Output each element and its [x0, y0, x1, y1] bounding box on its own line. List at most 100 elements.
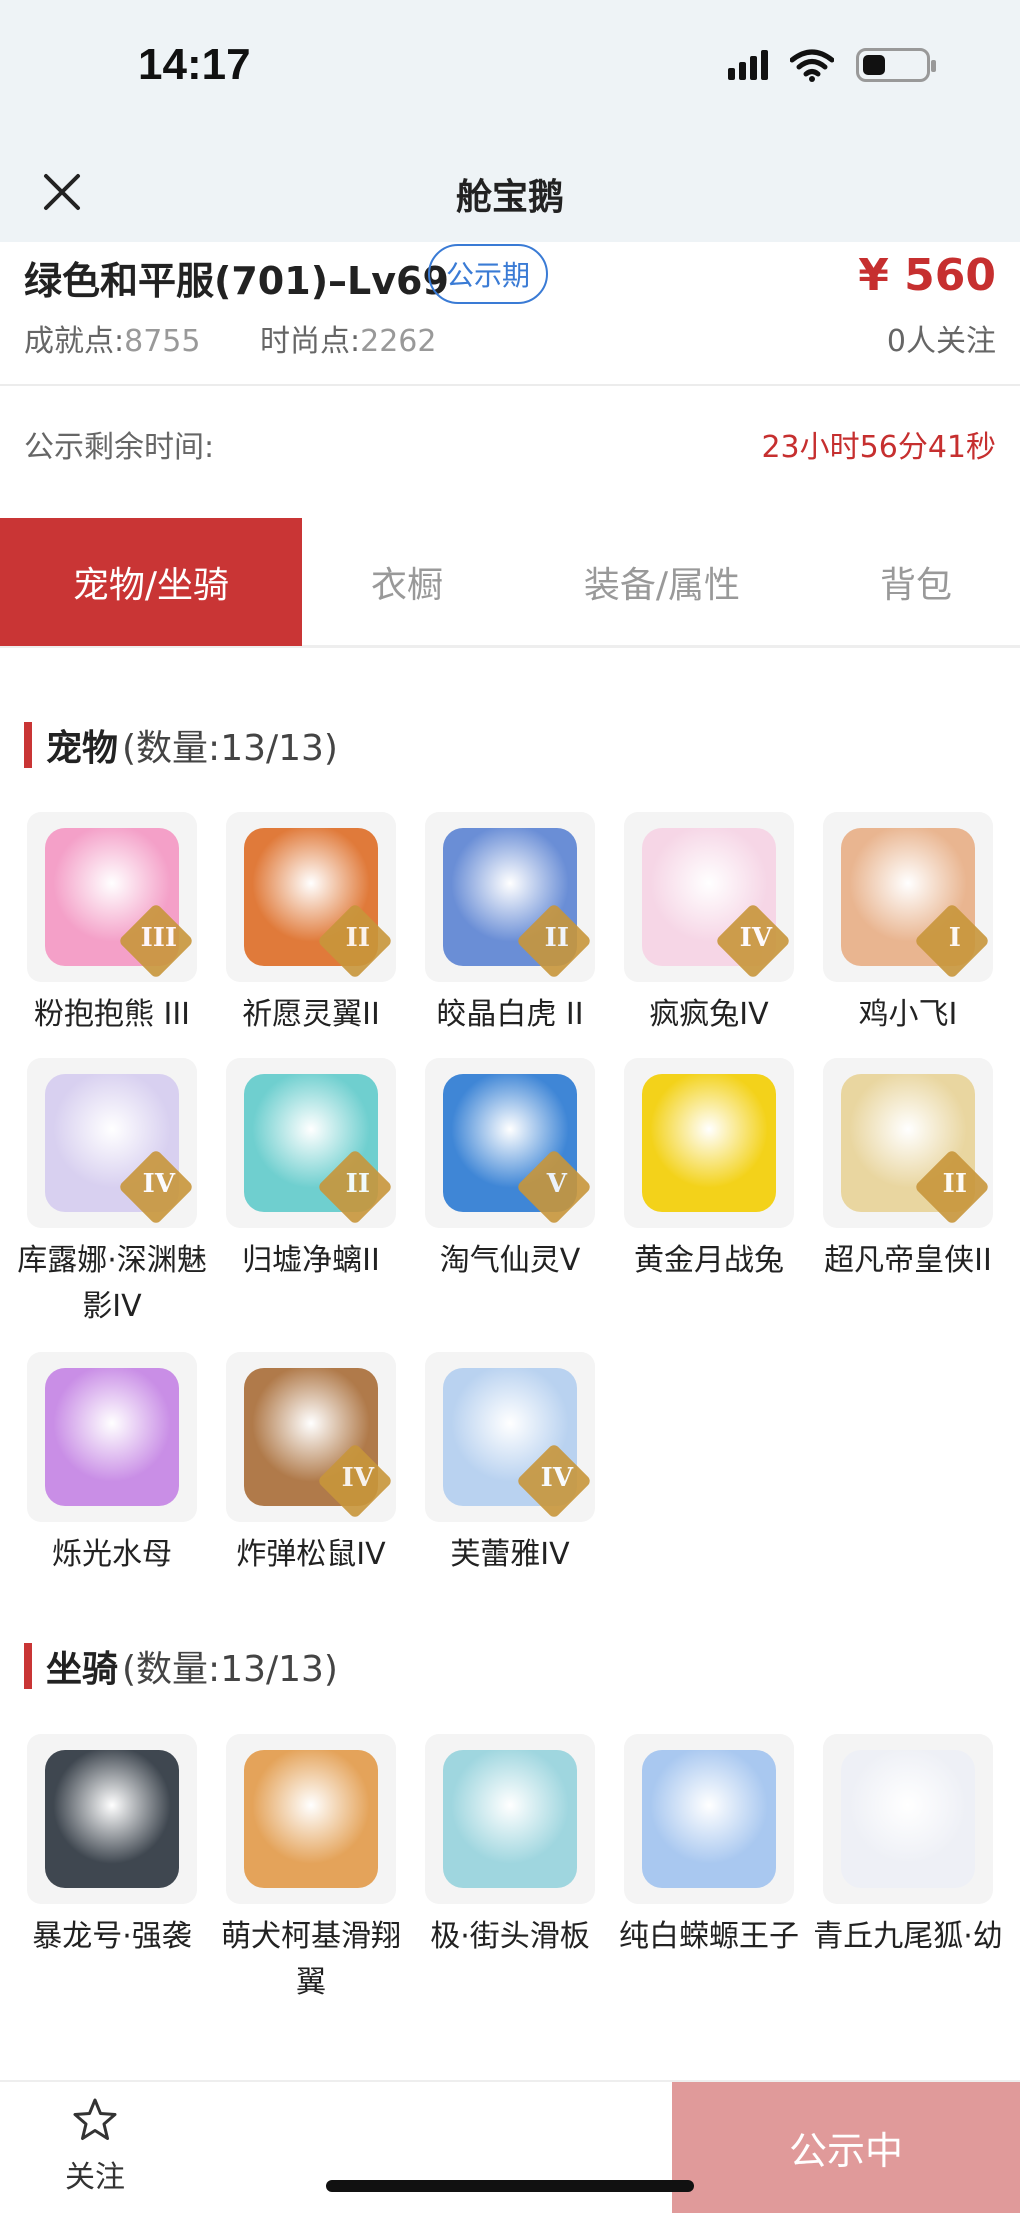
- pets-section-count: (数量:13/13): [122, 728, 338, 769]
- mount-name: 青丘九尾狐·幼: [813, 1919, 1003, 1954]
- status-badge: 公示期: [428, 244, 549, 304]
- mount-image: [841, 1750, 975, 1888]
- pet-thumbnail: IV: [624, 812, 794, 982]
- tab-wardrobe[interactable]: 衣橱: [302, 518, 512, 646]
- achievement-value: 8755: [124, 324, 201, 359]
- pet-name: 黄金月战兔: [634, 1243, 784, 1278]
- pet-item[interactable]: 黄金月战兔: [609, 1058, 809, 1284]
- signal-icon: [728, 50, 768, 80]
- rank-numeral: IV: [142, 1169, 176, 1200]
- pet-thumbnail: IV: [27, 1058, 197, 1228]
- countdown-row: 公示剩余时间: 23小时56分41秒: [0, 388, 1020, 518]
- follow-button[interactable]: 关注: [40, 2096, 150, 2196]
- mount-image: [244, 1750, 378, 1888]
- pet-item[interactable]: II 皎晶白虎 II: [410, 812, 610, 1038]
- pet-name: 芙蕾雅IV: [450, 1537, 570, 1572]
- fashion-label: 时尚点:: [260, 324, 361, 359]
- tab-backpack[interactable]: 背包: [812, 518, 1020, 646]
- section-marker: [24, 722, 32, 768]
- publicity-status-button[interactable]: 公示中: [672, 2082, 1020, 2213]
- pets-section-title: 宠物: [46, 728, 119, 769]
- pet-image: [45, 1368, 179, 1506]
- pet-name: 库露娜·深渊魅影IV: [17, 1243, 207, 1324]
- rank-numeral: II: [345, 1169, 370, 1200]
- pet-item[interactable]: IV 炸弹松鼠IV: [211, 1352, 411, 1578]
- rank-numeral: IV: [341, 1463, 375, 1494]
- pet-thumbnail: [624, 1058, 794, 1228]
- pet-thumbnail: I: [823, 812, 993, 982]
- mount-thumbnail: [823, 1734, 993, 1904]
- pet-item[interactable]: V 淘气仙灵V: [410, 1058, 610, 1284]
- pet-name: 皎晶白虎 II: [436, 997, 584, 1032]
- pet-item[interactable]: IV 疯疯兔IV: [609, 812, 809, 1038]
- tab-bar: 宠物/坐骑 衣橱 装备/属性 背包: [0, 518, 1020, 648]
- mount-thumbnail: [425, 1734, 595, 1904]
- fashion-points: 时尚点:2262: [260, 316, 436, 360]
- mount-item[interactable]: 纯白蝾螈王子: [609, 1734, 809, 1960]
- account-header: 绿色和平服(701)–Lv69 公示期 ¥ 560 成就点:8755 时尚点:2…: [0, 242, 1020, 386]
- rank-numeral: V: [546, 1169, 567, 1200]
- mounts-section-title: 坐骑: [46, 1649, 119, 1690]
- mount-item[interactable]: 青丘九尾狐·幼: [808, 1734, 1008, 1960]
- pet-item[interactable]: IV 芙蕾雅IV: [410, 1352, 610, 1578]
- rank-numeral: IV: [739, 923, 773, 954]
- pet-item[interactable]: 烁光水母: [12, 1352, 212, 1578]
- mount-item[interactable]: 萌犬柯基滑翔翼: [211, 1734, 411, 2006]
- rank-numeral: II: [345, 923, 370, 954]
- pet-thumbnail: [27, 1352, 197, 1522]
- mounts-section-count: (数量:13/13): [122, 1649, 338, 1690]
- mounts-grid: 暴龙号·强袭 萌犬柯基滑翔翼 极·街头滑板 纯白蝾螈王子 青丘九尾狐·幼: [0, 1734, 1020, 2074]
- pet-name: 烁光水母: [52, 1537, 172, 1572]
- mount-name: 萌犬柯基滑翔翼: [221, 1919, 401, 2000]
- mount-image: [642, 1750, 776, 1888]
- pet-item[interactable]: II 超凡帝皇侠II: [808, 1058, 1008, 1284]
- pet-name: 疯疯兔IV: [649, 997, 769, 1032]
- pet-thumbnail: II: [226, 1058, 396, 1228]
- status-icons: [728, 48, 936, 82]
- countdown-value: 23小时56分41秒: [761, 430, 996, 465]
- mount-name: 暴龙号·强袭: [32, 1919, 192, 1954]
- pets-grid: III 粉抱抱熊 III II 祈愿灵翼II II 皎晶白虎 II IV 疯疯兔IV I 鸡小飞I…: [0, 812, 1020, 1582]
- pet-name: 炸弹松鼠IV: [236, 1537, 386, 1572]
- pet-thumbnail: IV: [425, 1352, 595, 1522]
- rank-numeral: IV: [540, 1463, 574, 1494]
- pet-thumbnail: V: [425, 1058, 595, 1228]
- status-time: 14:17: [138, 40, 251, 89]
- battery-icon: [856, 48, 936, 82]
- wifi-icon: [790, 49, 834, 82]
- pet-thumbnail: IV: [226, 1352, 396, 1522]
- mount-thumbnail: [624, 1734, 794, 1904]
- rank-numeral: II: [942, 1169, 967, 1200]
- tab-pets-mounts[interactable]: 宠物/坐骑: [0, 518, 302, 646]
- mount-name: 纯白蝾螈王子: [619, 1919, 799, 1954]
- account-title: 绿色和平服(701)–Lv69: [24, 259, 449, 303]
- rank-numeral: I: [948, 923, 961, 954]
- rank-numeral: II: [544, 923, 569, 954]
- pet-item[interactable]: II 祈愿灵翼II: [211, 812, 411, 1038]
- pet-image: [642, 1074, 776, 1212]
- page-title: 舱宝鹅: [455, 177, 564, 218]
- mount-item[interactable]: 极·街头滑板: [410, 1734, 610, 1960]
- pet-item[interactable]: III 粉抱抱熊 III: [12, 812, 212, 1038]
- achievement-points: 成就点:8755: [24, 316, 200, 360]
- pet-item[interactable]: II 归墟净螭II: [211, 1058, 411, 1284]
- countdown-label: 公示剩余时间:: [24, 430, 215, 465]
- pet-name: 淘气仙灵V: [439, 1243, 581, 1278]
- pet-name: 超凡帝皇侠II: [824, 1243, 992, 1278]
- follow-label: 关注: [65, 2160, 125, 2195]
- mount-name: 极·街头滑板: [430, 1919, 590, 1954]
- pet-name: 鸡小飞I: [858, 997, 958, 1032]
- pet-name: 粉抱抱熊 III: [33, 997, 191, 1032]
- mounts-section-header: 坐骑 (数量:13/13): [24, 1641, 338, 1691]
- mount-image: [443, 1750, 577, 1888]
- pet-thumbnail: III: [27, 812, 197, 982]
- pet-thumbnail: II: [226, 812, 396, 982]
- pet-item[interactable]: I 鸡小飞I: [808, 812, 1008, 1038]
- pet-name: 祈愿灵翼II: [242, 997, 380, 1032]
- mount-item[interactable]: 暴龙号·强袭: [12, 1734, 212, 1960]
- pet-item[interactable]: IV 库露娜·深渊魅影IV: [12, 1058, 212, 1330]
- fashion-value: 2262: [360, 324, 437, 359]
- tab-equipment[interactable]: 装备/属性: [512, 518, 812, 646]
- star-icon: [73, 2098, 117, 2140]
- achievement-label: 成就点:: [24, 324, 125, 359]
